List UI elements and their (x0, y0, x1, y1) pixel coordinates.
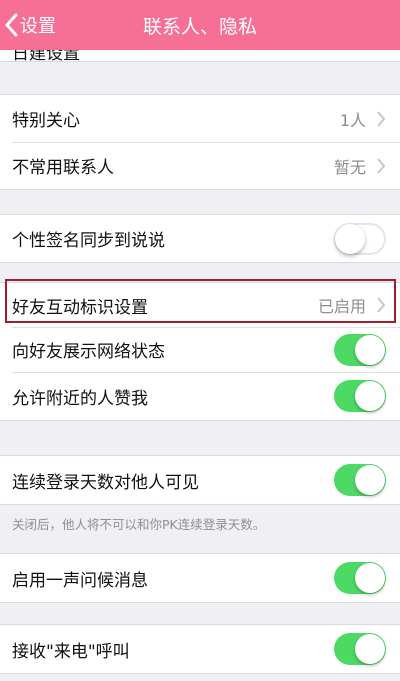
receive-calls-label: 接收"来电"呼叫 (12, 641, 130, 662)
signature-sync-label: 个性签名同步到说说 (12, 231, 165, 251)
row-receive-calls[interactable]: 接收"来电"呼叫 (0, 625, 400, 673)
calls-group: 接收"来电"呼叫 (0, 624, 400, 674)
network-status-toggle[interactable] (334, 333, 386, 366)
signature-sync-toggle[interactable] (334, 222, 386, 255)
greeting-message-toggle[interactable] (334, 562, 386, 594)
navigation-bar: 设置 联系人、隐私 (0, 0, 400, 50)
nearby-likes-label: 允许附近的人赞我 (12, 388, 148, 409)
friend-interaction-value: 已启用 (317, 297, 366, 316)
chevron-right-icon (377, 110, 386, 127)
greeting-message-label: 启用一声问候消息 (12, 570, 148, 591)
chevron-right-icon (377, 157, 386, 174)
network-status-label: 向好友展示网络状态 (12, 342, 165, 362)
receive-calls-toggle[interactable] (334, 633, 386, 665)
row-login-days-visible[interactable]: 连续登录天数对他人可见 (0, 456, 400, 504)
row-network-status[interactable]: 向好友展示网络状态 (0, 327, 400, 372)
row-signature-sync[interactable]: 个性签名同步到说说 (0, 215, 400, 262)
login-days-label: 连续登录天数对他人可见 (12, 472, 199, 493)
friend-interaction-label: 好友互动标识设置 (12, 297, 148, 318)
infrequent-contacts-value: 暂无 (333, 157, 366, 177)
login-days-group: 连续登录天数对他人可见 (0, 455, 400, 505)
signature-group: 个性签名同步到说说 (0, 214, 400, 263)
special-care-label: 特别关心 (12, 111, 80, 131)
row-special-care[interactable]: 特别关心 1人 (0, 95, 400, 142)
special-contacts-group: 特别关心 1人 不常用联系人 暂无 (0, 94, 400, 190)
chevron-right-icon (377, 297, 386, 313)
interaction-group: 好友互动标识设置 已启用 向好友展示网络状态 允许附近的人赞我 (0, 282, 400, 421)
partial-settings-row[interactable]: 日建设置 (0, 50, 400, 62)
partial-row-label: 日建设置 (12, 50, 80, 62)
special-care-value: 1人 (339, 110, 366, 130)
row-friend-interaction-badge[interactable]: 好友互动标识设置 已启用 (0, 283, 400, 327)
row-nearby-likes[interactable]: 允许附近的人赞我 (0, 372, 400, 420)
greeting-group: 启用一声问候消息 (0, 553, 400, 603)
login-days-toggle[interactable] (334, 464, 386, 496)
row-greeting-message[interactable]: 启用一声问候消息 (0, 554, 400, 602)
nearby-likes-toggle[interactable] (334, 380, 386, 412)
infrequent-contacts-label: 不常用联系人 (12, 158, 114, 178)
row-infrequent-contacts[interactable]: 不常用联系人 暂无 (0, 142, 400, 189)
login-days-footnote: 关闭后，他人将不可以和你PK连续登录天数。 (12, 517, 266, 532)
page-title: 联系人、隐私 (142, 16, 257, 38)
